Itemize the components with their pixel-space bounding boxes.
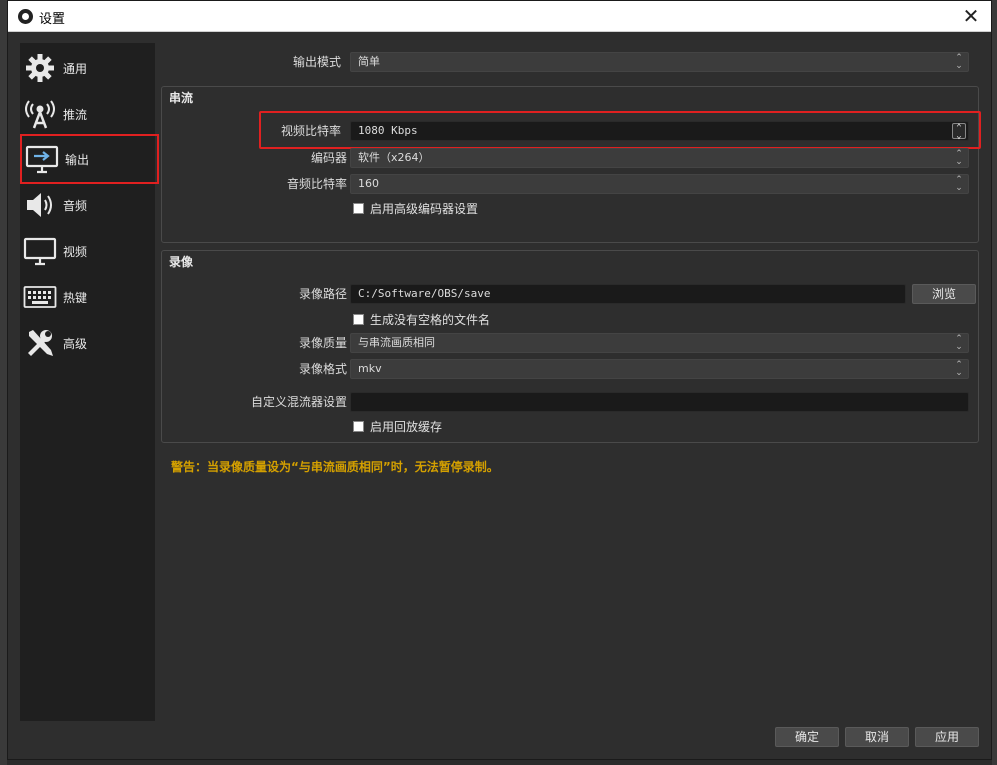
close-button[interactable]: ✕ [959, 4, 983, 28]
ok-button[interactable]: 确定 [775, 727, 839, 747]
muxer-settings-input[interactable] [350, 392, 969, 412]
sidebar-item-label: 视频 [63, 244, 88, 259]
encoder-value: 软件（x264） [358, 151, 430, 164]
recording-format-label: 录像格式 [298, 362, 347, 376]
output-mode-label: 输出模式 [292, 55, 341, 69]
checkbox-box[interactable] [353, 202, 364, 214]
recording-path-input[interactable]: C:/Software/OBS/save [350, 284, 906, 304]
checkbox-box[interactable] [353, 313, 364, 325]
recording-quality-label: 录像质量 [298, 336, 347, 350]
encoder-label: 编码器 [310, 151, 347, 165]
window-title: 设置 [39, 12, 66, 27]
muxer-settings-row: 自定义混流器设置 [161, 392, 347, 412]
recording-path-row: 录像路径 [161, 284, 347, 304]
updown-chevron-icon: ⌃ ⌄ [955, 334, 963, 352]
recording-group-title: 录像 [169, 255, 194, 269]
sidebar-item-label: 音频 [63, 198, 88, 213]
sidebar-item-video[interactable]: 视频 [20, 229, 155, 273]
cancel-button[interactable]: 取消 [845, 727, 909, 747]
sidebar-item-label: 推流 [63, 107, 88, 122]
settings-dialog: 设置 ✕ 通用 推流 输出 音频 视频 热键 高级 输出模式 简单 ⌃ ⌄ 串流… [7, 0, 992, 760]
gear-icon [22, 50, 58, 86]
output-mode-value: 简单 [358, 55, 380, 68]
sidebar-item-stream[interactable]: 推流 [20, 92, 155, 136]
recording-format-value: mkv [358, 362, 382, 375]
updown-chevron-icon: ⌃ ⌄ [955, 149, 963, 167]
advanced-encoder-label: 启用高级编码器设置 [370, 201, 479, 216]
sidebar-item-label: 高级 [63, 336, 88, 351]
recording-quality-value: 与串流画质相同 [358, 336, 435, 349]
sidebar-item-output[interactable]: 输出 [20, 134, 159, 184]
apply-button[interactable]: 应用 [915, 727, 979, 747]
audio-bitrate-row: 音频比特率 [161, 174, 347, 194]
recording-quality-select[interactable]: 与串流画质相同 ⌃ ⌄ [350, 333, 969, 353]
monitor-icon [22, 233, 58, 269]
advanced-encoder-checkbox[interactable]: 启用高级编码器设置 [353, 200, 478, 216]
updown-chevron-icon: ⌃ ⌄ [955, 53, 963, 71]
sidebar-item-label: 热键 [63, 290, 88, 305]
checkbox-box[interactable] [353, 420, 364, 432]
recording-path-value: C:/Software/OBS/save [358, 287, 491, 300]
audio-bitrate-label: 音频比特率 [286, 177, 347, 191]
output-monitor-icon [24, 141, 60, 177]
replay-buffer-checkbox[interactable]: 启用回放缓存 [353, 418, 442, 434]
recording-format-row: 录像格式 [161, 359, 347, 379]
speaker-icon [22, 187, 58, 223]
video-bitrate-highlight [259, 111, 981, 149]
sidebar-item-hotkeys[interactable]: 热键 [20, 275, 155, 319]
broadcast-tower-icon [22, 96, 58, 132]
output-mode-row: 输出模式 [161, 52, 341, 72]
sidebar-item-label: 输出 [65, 152, 90, 167]
sidebar-item-label: 通用 [63, 61, 88, 76]
audio-bitrate-select[interactable]: 160 ⌃ ⌄ [350, 174, 969, 194]
updown-chevron-icon: ⌃ ⌄ [955, 175, 963, 193]
recording-format-select[interactable]: mkv ⌃ ⌄ [350, 359, 969, 379]
sidebar-item-general[interactable]: 通用 [20, 46, 155, 90]
sidebar-item-advanced[interactable]: 高级 [20, 321, 155, 365]
output-mode-select[interactable]: 简单 ⌃ ⌄ [350, 52, 969, 72]
muxer-settings-label: 自定义混流器设置 [250, 395, 347, 409]
replay-buffer-label: 启用回放缓存 [370, 419, 443, 434]
tools-icon [22, 325, 58, 361]
background-window-right [992, 0, 997, 765]
no-space-filename-label: 生成没有空格的文件名 [370, 312, 491, 327]
title-bar: 设置 ✕ [8, 1, 991, 32]
background-window-left [0, 0, 7, 765]
browse-button[interactable]: 浏览 [912, 284, 976, 304]
recording-quality-row: 录像质量 [161, 333, 347, 353]
pause-warning-text: 警告：当录像质量设为“与串流画质相同”时，无法暂停录制。 [171, 460, 499, 474]
updown-chevron-icon: ⌃ ⌄ [955, 360, 963, 378]
keyboard-icon [22, 279, 58, 315]
obs-logo-icon [18, 9, 33, 24]
audio-bitrate-value: 160 [358, 177, 379, 190]
streaming-group-title: 串流 [169, 91, 194, 105]
recording-path-label: 录像路径 [298, 287, 347, 301]
sidebar-item-audio[interactable]: 音频 [20, 183, 155, 227]
encoder-select[interactable]: 软件（x264） ⌃ ⌄ [350, 148, 969, 168]
settings-sidebar: 通用 推流 输出 音频 视频 热键 高级 [20, 43, 159, 721]
no-space-filename-checkbox[interactable]: 生成没有空格的文件名 [353, 311, 490, 327]
encoder-row: 编码器 [161, 148, 347, 168]
